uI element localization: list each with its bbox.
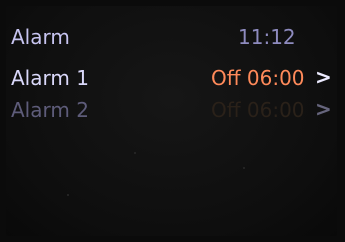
clock-time: 11:12 [238,25,296,49]
device-bezel: Alarm 11:12 Alarm 1 Off 06:00 > Alarm 2 … [0,0,345,242]
alarm-label: Alarm 1 [11,66,89,90]
screen-speck [243,167,245,169]
alarm-status: Off 06:00 [211,98,305,122]
alarm-label: Alarm 2 [11,98,89,122]
chevron-right-icon[interactable]: > [315,99,332,119]
alarm-status: Off 06:00 [211,66,305,90]
screen-speck [67,194,69,196]
page-title: Alarm [11,25,70,49]
alarm-screen: Alarm 11:12 Alarm 1 Off 06:00 > Alarm 2 … [6,6,337,236]
screen-speck [134,152,136,154]
chevron-right-icon[interactable]: > [315,67,332,87]
